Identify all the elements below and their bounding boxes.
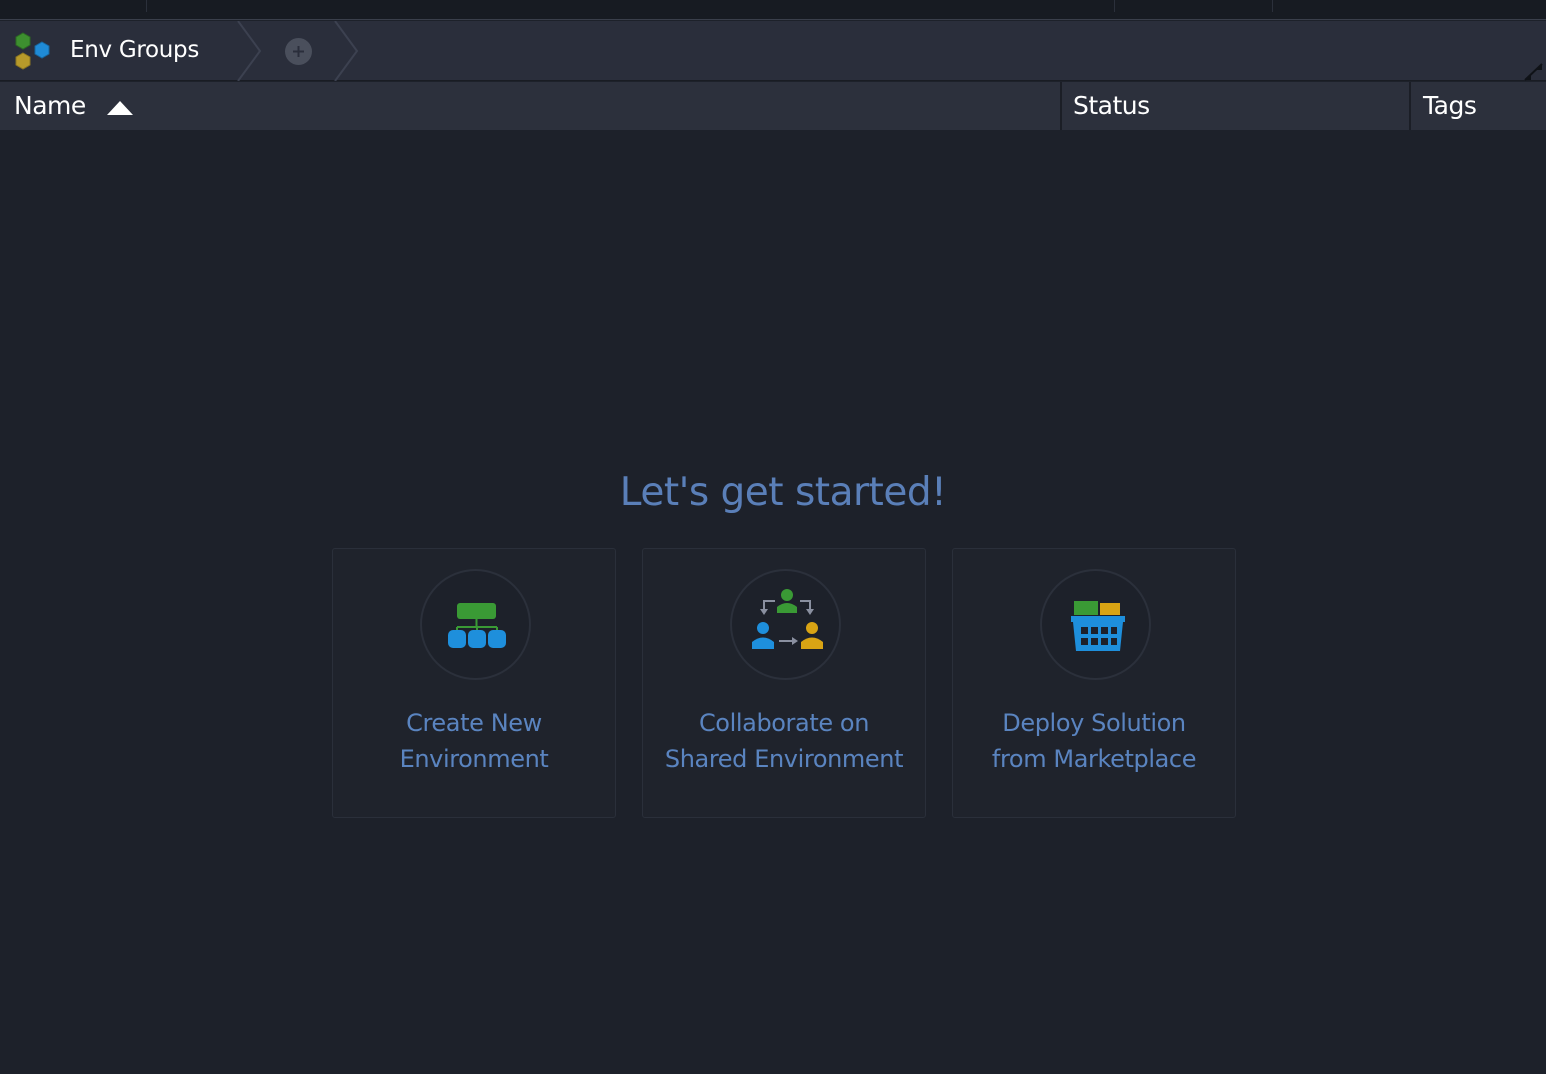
card-label-line: Shared Environment bbox=[664, 745, 904, 773]
column-header-status[interactable]: Status bbox=[1073, 82, 1409, 130]
card-icon-circle bbox=[420, 569, 531, 680]
collaborate-users-icon bbox=[752, 589, 823, 649]
card-label: Collaborate on Shared Environment bbox=[643, 705, 925, 777]
plus-circle-icon bbox=[293, 46, 304, 57]
column-status-label: Status bbox=[1073, 91, 1150, 120]
card-label: Deploy Solution from Marketplace bbox=[953, 705, 1235, 777]
table-header: Name Status Tags bbox=[0, 82, 1546, 130]
card-label-line: Collaborate on bbox=[698, 709, 870, 737]
create-environment-card[interactable]: Create New Environment bbox=[332, 548, 616, 818]
breadcrumb-env-groups[interactable]: Env Groups bbox=[70, 37, 199, 63]
column-tags-label: Tags bbox=[1423, 91, 1477, 120]
card-icon-circle bbox=[1040, 569, 1151, 680]
environment-topology-icon bbox=[448, 603, 506, 648]
card-label-line: Environment bbox=[399, 745, 549, 773]
column-header-tags[interactable]: Tags bbox=[1423, 82, 1543, 130]
breadcrumb-separator-icon bbox=[334, 21, 359, 81]
card-label-line: Create New bbox=[406, 709, 542, 737]
card-label-line: from Marketplace bbox=[991, 745, 1197, 773]
card-label-line: Deploy Solution bbox=[1002, 709, 1186, 737]
breadcrumb: Env Groups bbox=[0, 21, 1546, 81]
breadcrumb-separator-icon bbox=[237, 21, 262, 81]
column-header-name[interactable]: Name bbox=[14, 82, 1060, 130]
card-label: Create New Environment bbox=[333, 705, 615, 777]
collaborate-shared-environment-card[interactable]: Collaborate on Shared Environment bbox=[642, 548, 926, 818]
add-group-button[interactable] bbox=[285, 38, 312, 65]
hexagon-cluster-logo bbox=[12, 31, 54, 71]
sort-ascending-icon bbox=[107, 101, 133, 115]
card-icon-circle bbox=[730, 569, 841, 680]
column-divider[interactable] bbox=[1409, 82, 1411, 130]
column-divider[interactable] bbox=[1060, 82, 1062, 130]
marketplace-basket-icon bbox=[1071, 601, 1125, 651]
column-name-label: Name bbox=[14, 91, 86, 120]
top-strip bbox=[0, 0, 1546, 20]
deploy-marketplace-card[interactable]: Deploy Solution from Marketplace bbox=[952, 548, 1236, 818]
welcome-heading: Let's get started! bbox=[619, 470, 947, 515]
